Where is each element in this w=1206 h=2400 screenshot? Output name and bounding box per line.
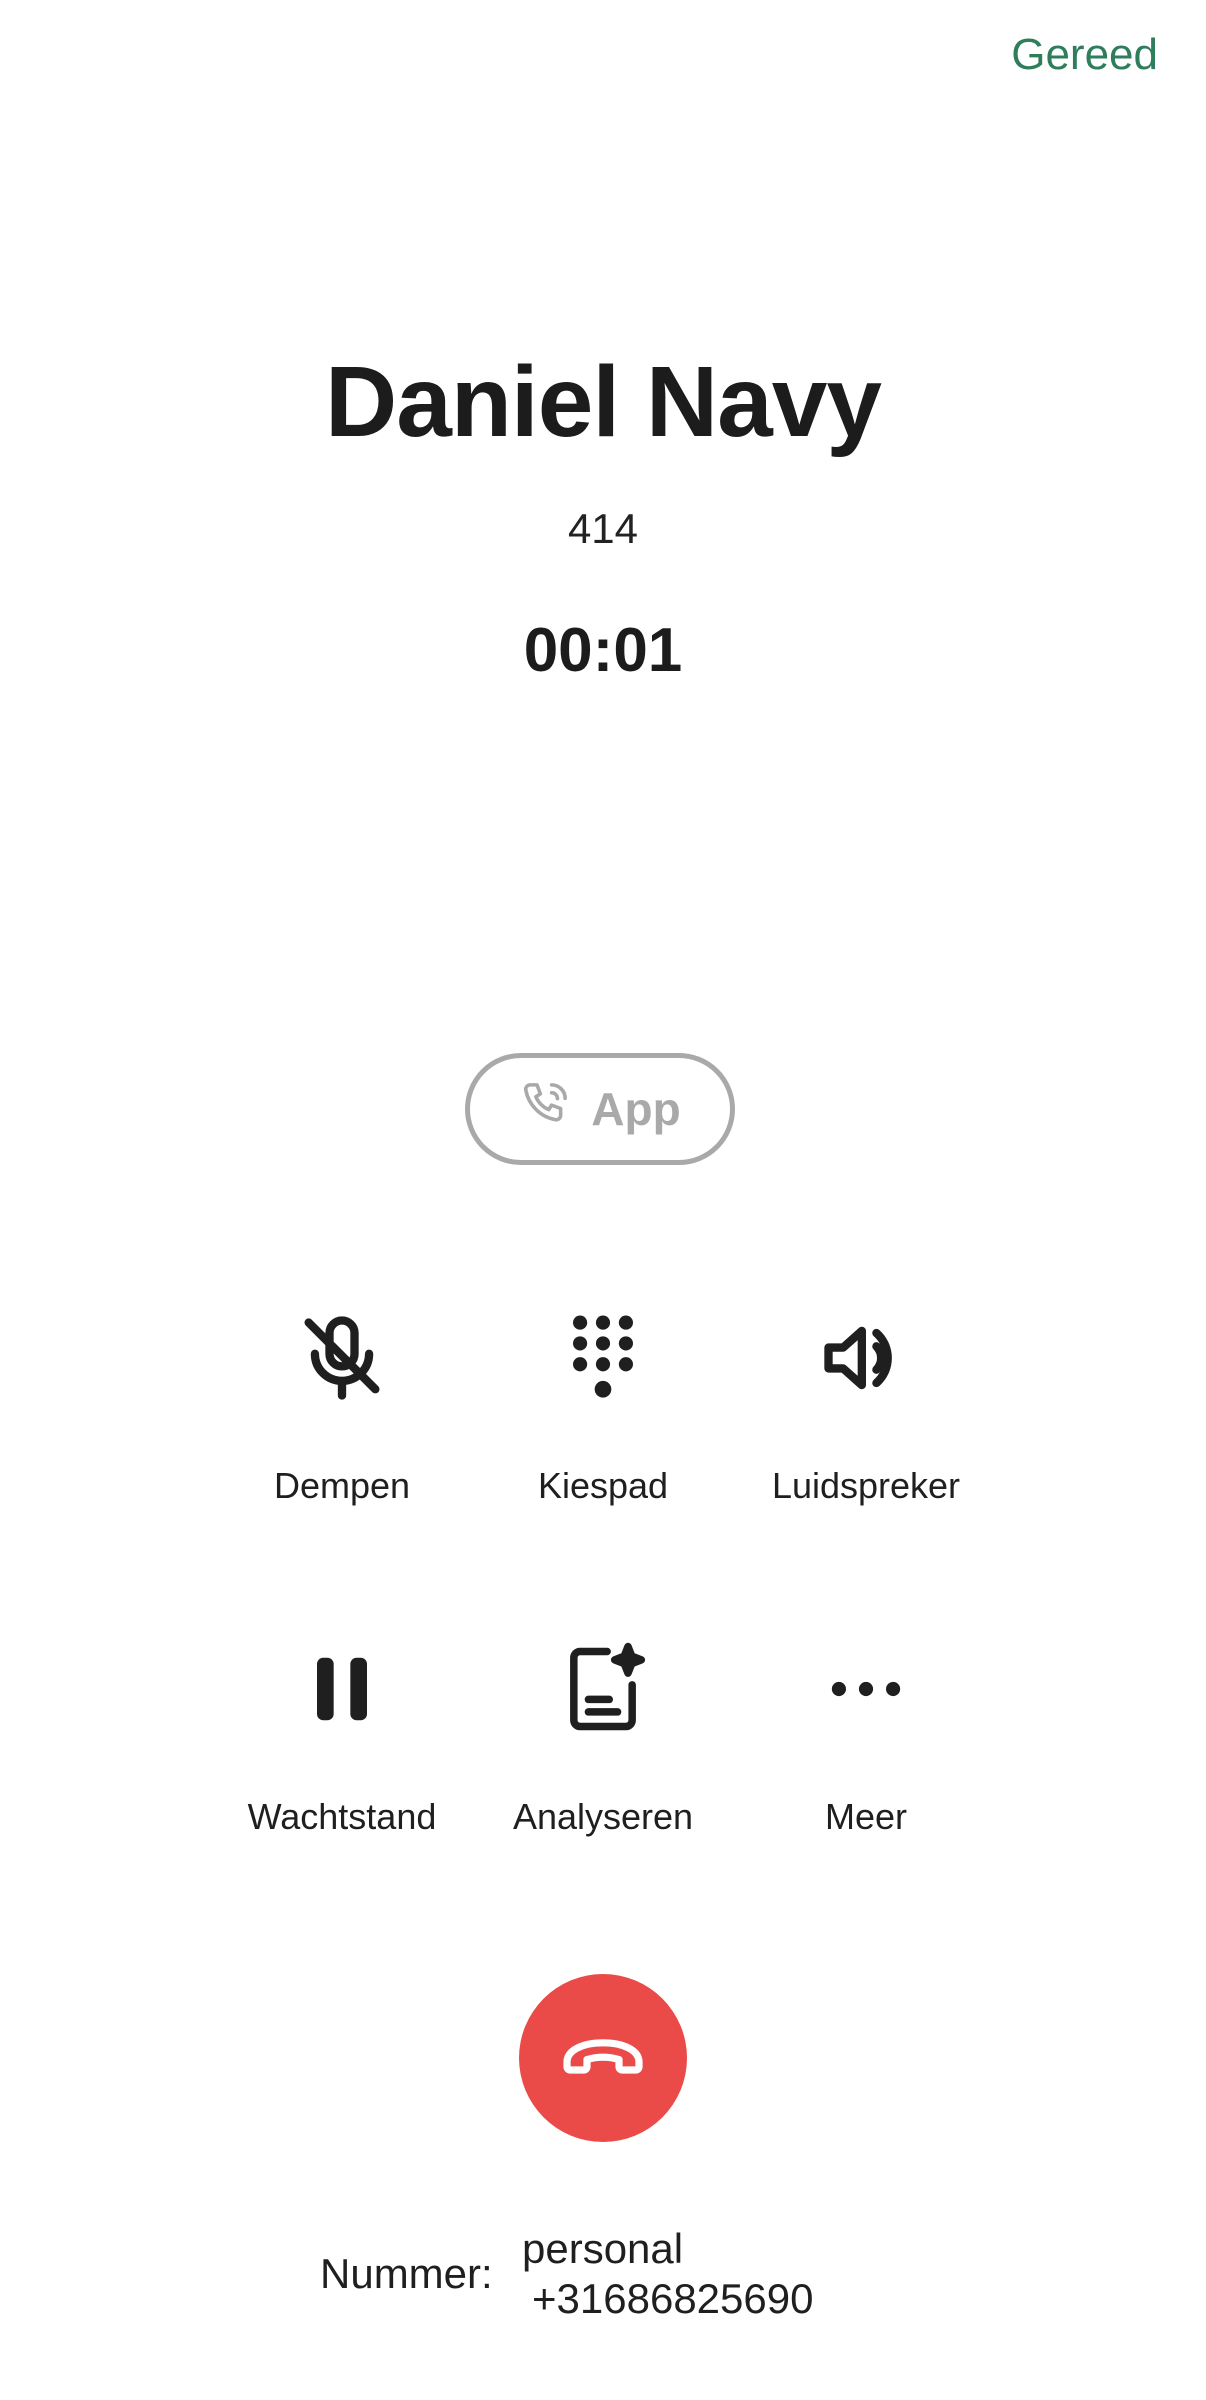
app-switch-button[interactable]: App	[465, 1053, 735, 1165]
end-call-button[interactable]	[519, 1974, 687, 2142]
more-label: Meer	[824, 1796, 908, 1837]
analyze-label: Analyseren	[512, 1796, 694, 1837]
analyze-button[interactable]: Analyseren	[473, 1636, 733, 1838]
number-type: personal	[522, 2225, 684, 2272]
number-value[interactable]: +31686825690	[532, 2275, 813, 2323]
done-button[interactable]: Gereed	[1011, 30, 1158, 80]
phone-call-icon	[519, 1077, 573, 1142]
more-button[interactable]: Meer	[736, 1636, 996, 1838]
number-label: Nummer:	[320, 2250, 493, 2297]
pause-icon	[292, 1639, 392, 1744]
hold-label: Wachtstand	[247, 1796, 437, 1837]
speaker-label: Luidspreker	[771, 1465, 961, 1506]
mic-off-icon	[292, 1308, 392, 1413]
mute-label: Dempen	[273, 1465, 411, 1506]
hang-up-icon	[555, 2008, 651, 2109]
keypad-button[interactable]: Kiespad	[473, 1305, 733, 1507]
more-icon	[816, 1639, 916, 1744]
caller-extension: 414	[567, 505, 639, 552]
app-switch-label: App	[591, 1083, 681, 1135]
call-timer: 00:01	[523, 616, 683, 685]
hold-button[interactable]: Wachtstand	[212, 1636, 472, 1838]
keypad-label: Kiespad	[537, 1465, 669, 1506]
keypad-icon	[553, 1308, 653, 1413]
speaker-icon	[816, 1308, 916, 1413]
speaker-button[interactable]: Luidspreker	[736, 1305, 996, 1507]
analyze-document-icon	[553, 1639, 653, 1744]
mute-button[interactable]: Dempen	[212, 1305, 472, 1507]
caller-name: Daniel Navy	[325, 346, 882, 458]
